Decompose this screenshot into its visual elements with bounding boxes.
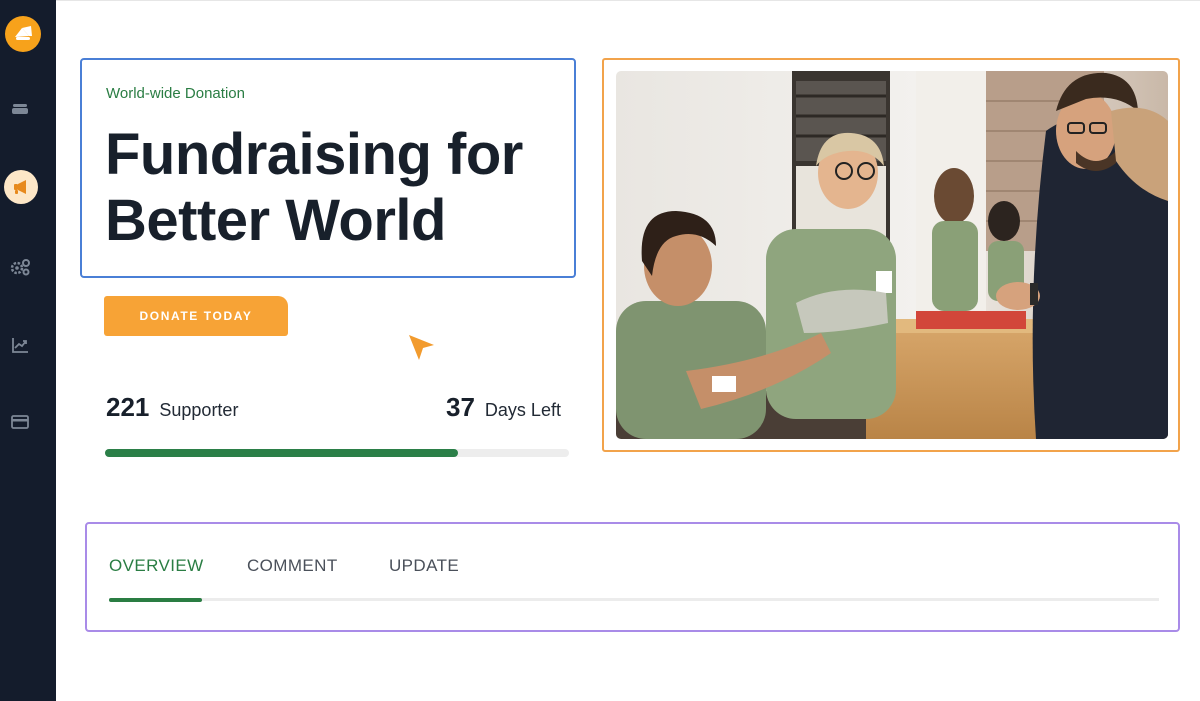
tab-comment[interactable]: COMMENT (247, 556, 338, 576)
nav-analytics[interactable] (9, 334, 31, 356)
nav-campaigns[interactable] (4, 170, 38, 204)
top-divider (56, 0, 1200, 1)
days-count: 37 (446, 392, 475, 422)
megaphone-icon (14, 180, 26, 194)
logo[interactable] (5, 16, 41, 52)
volunteers-photo (616, 71, 1168, 439)
sidebar (0, 0, 56, 701)
page-title: Fundraising for Better World (105, 122, 523, 253)
days-left-stat: 37 Days Left (446, 392, 561, 423)
tab-update[interactable]: UPDATE (389, 556, 459, 576)
cursor-arrow-icon (409, 335, 434, 360)
tab-overview[interactable]: OVERVIEW (109, 556, 204, 576)
supporters-count: 221 (106, 392, 150, 422)
chart-icon (12, 338, 28, 353)
funding-progress-bar (105, 449, 569, 457)
donate-button[interactable]: DONATE TODAY (104, 296, 288, 336)
layers-icon (12, 104, 28, 114)
active-tab-indicator (109, 598, 202, 602)
card-icon (11, 415, 29, 429)
gears-icon (10, 259, 30, 276)
supporters-label: Supporter (159, 400, 239, 420)
eyebrow-label: World-wide Donation (106, 85, 245, 102)
days-label: Days Left (484, 400, 561, 420)
hero-image-frame (602, 58, 1180, 452)
hero-card: World-wide Donation Fundraising for Bett… (80, 58, 576, 278)
megaphone-logo-icon (15, 26, 32, 40)
tab-track (109, 598, 1159, 601)
nav-layers[interactable] (9, 98, 31, 120)
nav-settings[interactable] (9, 256, 31, 278)
tabs-panel: OVERVIEW COMMENT UPDATE (85, 522, 1180, 632)
supporters-stat: 221 Supporter (106, 392, 238, 423)
nav-payments[interactable] (9, 411, 31, 433)
funding-progress-fill (105, 449, 458, 457)
